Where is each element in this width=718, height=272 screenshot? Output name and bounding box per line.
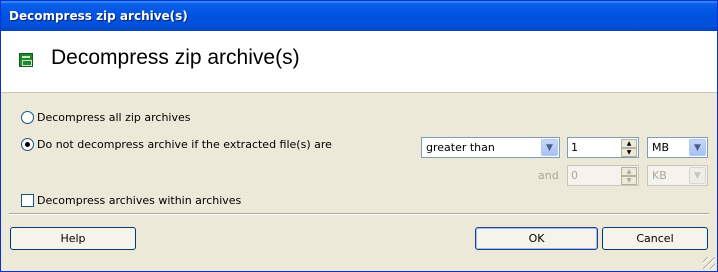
checkbox-nested-archives[interactable]: Decompress archives within archives (21, 192, 241, 208)
ok-button[interactable]: OK (475, 227, 598, 250)
spin-up-icon[interactable]: ▲ (621, 139, 637, 148)
chevron-down-icon[interactable]: ▼ (689, 167, 706, 184)
second-unit-value: KB (652, 169, 667, 182)
spin-buttons[interactable]: ▲ ▼ (621, 139, 637, 157)
window-title: Decompress zip archive(s) (9, 9, 188, 23)
comparison-value: greater than (426, 141, 495, 154)
comparison-select[interactable]: greater than ▼ (421, 137, 560, 158)
size-value-stepper[interactable]: 1 ▲ ▼ (567, 137, 639, 158)
decompress-dialog: Decompress zip archive(s) Decompress zip… (0, 0, 718, 272)
radio-decompress-all-label: Decompress all zip archives (37, 110, 191, 124)
radio-button[interactable] (21, 110, 34, 124)
and-label: and (538, 169, 559, 182)
radio-do-not-decompress-label: Do not decompress archive if the extract… (37, 137, 332, 151)
second-size-value: 0 (571, 169, 578, 182)
ok-button-label: OK (528, 232, 545, 245)
zip-archive-icon (19, 53, 33, 67)
spin-down-icon[interactable]: ▼ (621, 176, 637, 185)
checkbox[interactable] (21, 193, 34, 207)
divider (9, 213, 709, 215)
cancel-button[interactable]: Cancel (602, 227, 708, 250)
unit-value: MB (652, 141, 670, 154)
help-button[interactable]: Help (10, 227, 136, 250)
second-unit-select[interactable]: KB ▼ (647, 165, 708, 186)
dialog-header: Decompress zip archive(s) (1, 31, 717, 93)
unit-select[interactable]: MB ▼ (647, 137, 708, 158)
spin-buttons[interactable]: ▲ ▼ (621, 167, 637, 185)
resize-grip-icon[interactable] (703, 257, 715, 269)
title-bar[interactable]: Decompress zip archive(s) (1, 1, 717, 31)
chevron-down-icon[interactable]: ▼ (541, 139, 558, 156)
radio-button-selected[interactable] (21, 137, 34, 151)
checkbox-nested-label: Decompress archives within archives (37, 193, 242, 207)
second-value-stepper[interactable]: 0 ▲ ▼ (567, 165, 639, 186)
radio-decompress-all[interactable]: Decompress all zip archives (21, 109, 190, 125)
radio-do-not-decompress[interactable]: Do not decompress archive if the extract… (21, 136, 332, 152)
spin-down-icon[interactable]: ▼ (621, 148, 637, 157)
cancel-button-label: Cancel (636, 232, 674, 245)
size-value: 1 (571, 141, 578, 154)
chevron-down-icon[interactable]: ▼ (689, 139, 706, 156)
help-button-label: Help (60, 232, 86, 245)
spin-up-icon[interactable]: ▲ (621, 167, 637, 176)
header-title: Decompress zip archive(s) (51, 46, 300, 69)
